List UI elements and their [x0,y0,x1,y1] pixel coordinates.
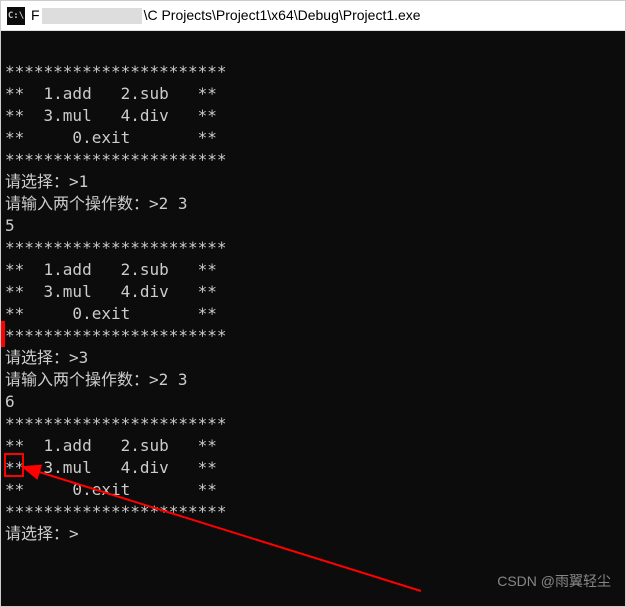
title-path: \C Projects\Project1\x64\Debug\Project1.… [144,7,421,23]
title-prefix: F [31,7,40,23]
console-line: ** 0.exit ** [5,480,217,499]
console-line: ** 1.add 2.sub ** [5,84,217,103]
console-window: C:\ F \C Projects\Project1\x64\Debug\Proj… [0,0,626,607]
console-line: ** 1.add 2.sub ** [5,436,217,455]
console-line: 请输入两个操作数：>2 3 [5,370,188,389]
titlebar[interactable]: C:\ F \C Projects\Project1\x64\Debug\Proj… [1,1,625,31]
console-line: 请输入两个操作数：>2 3 [5,194,188,213]
console-line: *********************** [5,238,227,257]
console-line: *********************** [5,62,227,81]
window-title: F \C Projects\Project1\x64\Debug\Project1… [31,7,421,24]
console-line: 请选择：>3 [5,348,88,367]
console-line: *********************** [5,150,227,169]
console-line: *********************** [5,326,227,345]
console-line: 5 [5,216,15,235]
console-output[interactable]: *********************** ** 1.add 2.sub *… [1,31,625,606]
console-icon: C:\ [7,7,25,25]
watermark: CSDN @雨翼轻尘 [497,570,611,592]
console-line: ** 0.exit ** [5,128,217,147]
redacted-segment [42,8,142,24]
console-line: ** 3.mul 4.div ** [5,458,217,477]
console-line: 6 [5,392,15,411]
console-line: *********************** [5,502,227,521]
console-line: 请选择：> [5,524,79,543]
console-line: ** 3.mul 4.div ** [5,282,217,301]
console-line: ** 3.mul 4.div ** [5,106,217,125]
console-line: 请选择：>1 [5,172,88,191]
console-line: ** 1.add 2.sub ** [5,260,217,279]
console-line: ** 0.exit ** [5,304,217,323]
console-line: *********************** [5,414,227,433]
